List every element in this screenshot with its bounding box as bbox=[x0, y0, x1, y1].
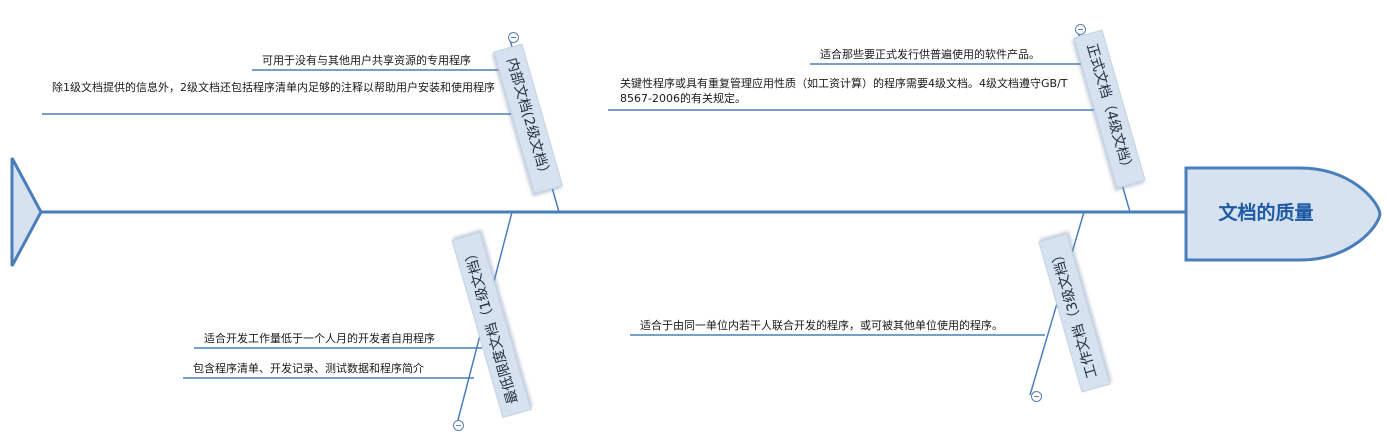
collapse-toggle-formal[interactable] bbox=[1075, 24, 1086, 35]
note-internal-2: 除1级文档提供的信息外，2级文档还包括程序清单内足够的注释以帮助用户安装和使用程… bbox=[52, 81, 495, 94]
note-formal-2: 关键性程序或具有重复管理应用性质（如工资计算）的程序需要4级文档。4级文档遵守G… bbox=[620, 77, 1068, 105]
note-working-1: 适合于由同一单位内若干人联合开发的程序，或可被其他单位使用的程序。 bbox=[640, 319, 1003, 332]
note-formal-1: 适合那些要正式发行供普遍使用的软件产品。 bbox=[820, 48, 1040, 61]
fish-tail bbox=[10, 157, 43, 267]
note-internal-1: 可用于没有与其他用户共享资源的专用程序 bbox=[262, 54, 471, 67]
collapse-toggle-minimal[interactable] bbox=[453, 420, 464, 431]
head-title: 文档的质量 bbox=[1218, 202, 1314, 224]
note-minimal-2: 包含程序清单、开发记录、测试数据和程序简介 bbox=[193, 362, 424, 375]
collapse-toggle-internal[interactable] bbox=[508, 32, 519, 43]
note-minimal-1: 适合开发工作量低于一个人月的开发者自用程序 bbox=[204, 332, 435, 345]
collapse-toggle-working[interactable] bbox=[1031, 391, 1042, 402]
